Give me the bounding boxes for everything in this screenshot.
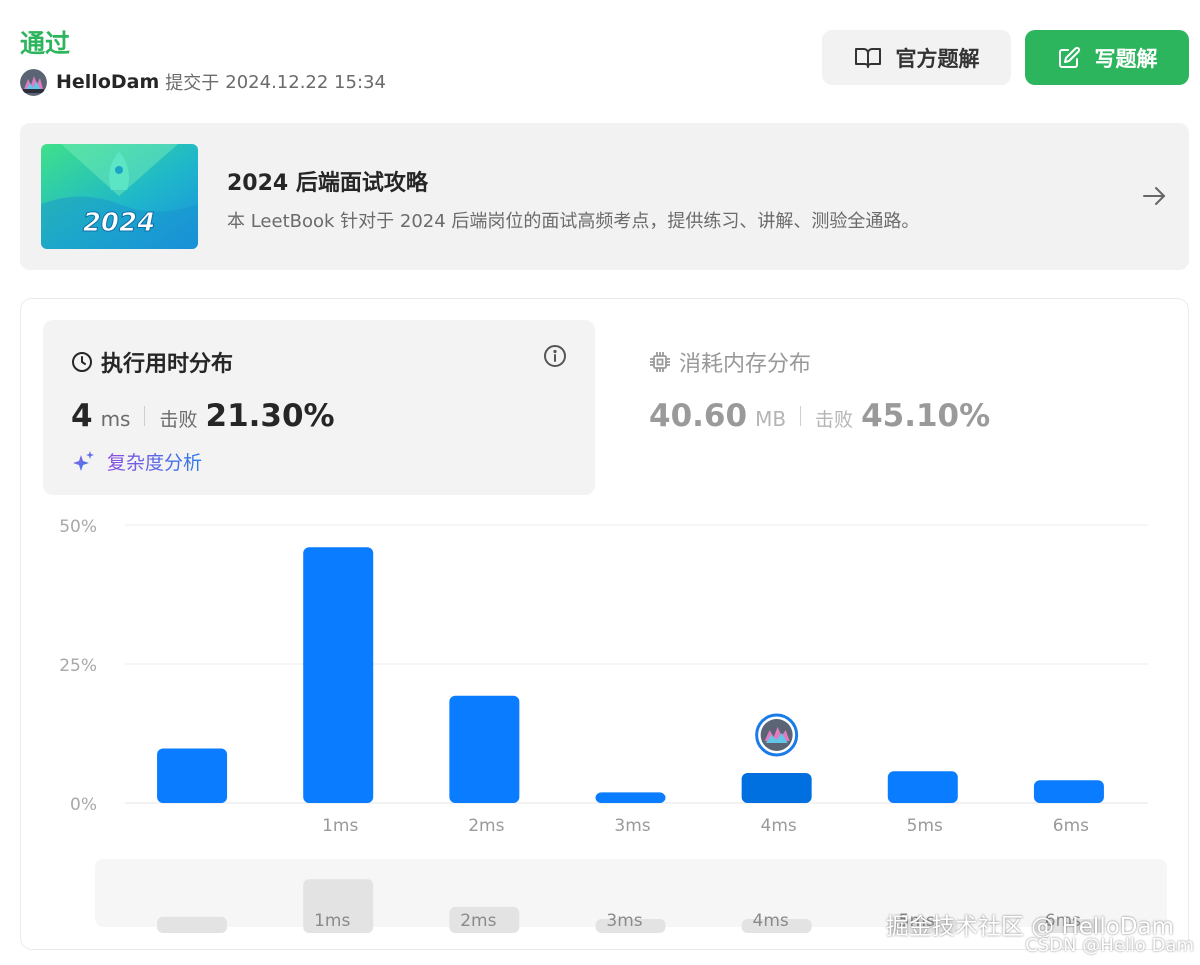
overview-label: 2ms [460,911,496,931]
x-tick-label: 5ms [907,816,943,836]
overview-bar [157,916,228,933]
chart-bar [157,748,228,803]
arrow-right-icon[interactable] [1141,183,1167,213]
username[interactable]: HelloDam [56,71,159,93]
chart-bar [449,695,520,803]
leetbook-card[interactable]: 2024 2024 后端面试攻略 本 LeetBook 针对于 2024 后端岗… [20,123,1189,270]
chart-bar [303,547,374,803]
write-solution-button[interactable]: 写题解 [1025,30,1189,85]
submission-info: HelloDam 提交于 2024.12.22 15:34 [20,68,386,96]
user-position-marker[interactable] [755,713,799,757]
submitted-label: 提交于 [165,73,220,94]
overview-label: 1ms [314,911,350,931]
chart-bar [741,772,812,803]
x-tick-label: 4ms [761,816,797,836]
y-tick-label: 25% [59,656,97,676]
chart-bar [887,771,958,803]
chart-bar [1033,780,1104,803]
official-solution-button[interactable]: 官方题解 [822,30,1011,85]
leetbook-cover: 2024 [41,144,198,249]
x-tick-label: 6ms [1053,816,1089,836]
submission-timestamp: 2024.12.22 15:34 [225,71,386,93]
chart-svg[interactable]: 0% 25% 50% 1ms 2ms 3ms 4ms 5ms 6ms 1ms 2ms 3ms 4ms… [20,298,1189,950]
official-solution-label: 官方题解 [895,46,980,71]
book-open-icon [854,46,882,70]
watermark-csdn: CSDN @Hello Dam [1025,935,1194,956]
overview-label: 4ms [753,911,789,931]
user-avatar[interactable] [20,68,47,96]
x-tick-label: 3ms [614,816,650,836]
overview-label: 3ms [606,911,642,931]
y-tick-label: 50% [59,517,97,537]
x-tick-label: 2ms [468,816,504,836]
leetbook-description: 本 LeetBook 针对于 2024 后端岗位的面试高频考点，提供练习、讲解、… [227,211,920,232]
leetbook-title: 2024 后端面试攻略 [227,171,428,196]
leetbook-cover-text: 2024 [83,208,155,238]
result-status: 通过 [20,29,71,58]
y-tick-label: 0% [70,795,97,815]
chart-bar [595,792,666,803]
x-tick-label: 1ms [322,816,358,836]
edit-icon [1057,46,1081,70]
runtime-distribution-chart: 0% 25% 50% 1ms 2ms 3ms 4ms 5ms 6ms 1ms 2ms 3ms 4ms… [20,298,1189,950]
write-solution-label: 写题解 [1094,46,1158,71]
